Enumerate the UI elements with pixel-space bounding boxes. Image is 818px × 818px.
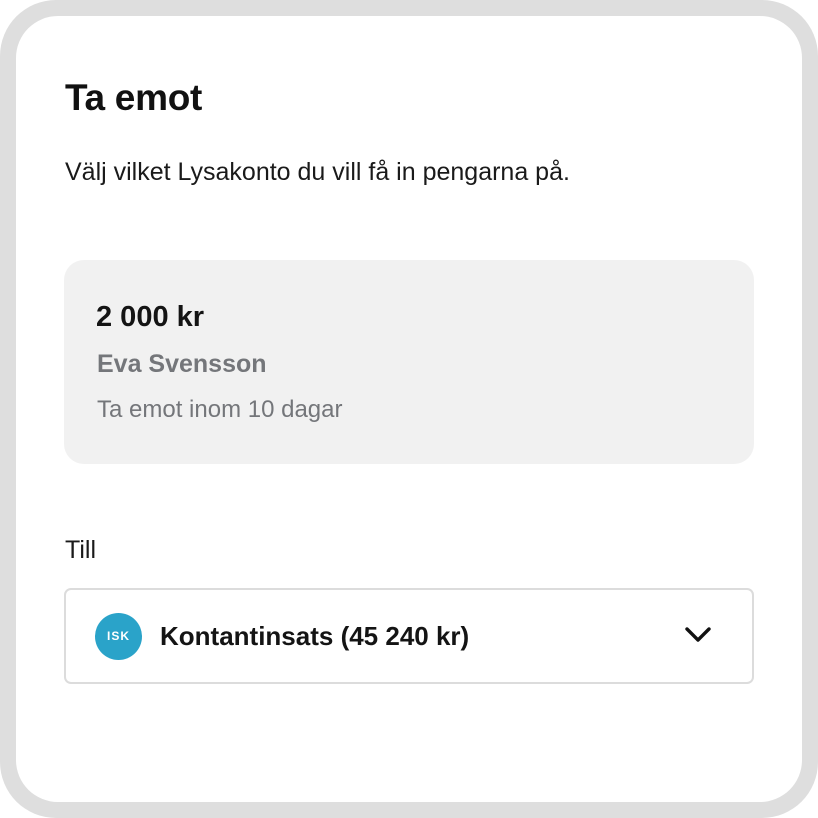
isk-account-badge: ISK xyxy=(95,613,142,660)
payment-request-summary: 2 000 kr Eva Svensson Ta emot inom 10 da… xyxy=(64,260,754,464)
device-frame: Ta emot Välj vilket Lysakonto du vill få… xyxy=(0,0,818,818)
request-deadline: Ta emot inom 10 dagar xyxy=(97,396,343,423)
page-subtitle: Välj vilket Lysakonto du vill få in peng… xyxy=(65,158,570,186)
receive-money-card: Ta emot Välj vilket Lysakonto du vill få… xyxy=(16,16,802,802)
request-amount: 2 000 kr xyxy=(96,301,205,333)
destination-account-select[interactable]: ISK Kontantinsats (45 240 kr) xyxy=(64,588,754,684)
destination-label: Till xyxy=(65,536,97,564)
selected-account-name: Kontantinsats (45 240 kr) xyxy=(160,621,470,651)
chevron-down-icon[interactable] xyxy=(684,625,712,645)
page-title: Ta emot xyxy=(65,77,203,118)
request-sender: Eva Svensson xyxy=(97,350,267,378)
